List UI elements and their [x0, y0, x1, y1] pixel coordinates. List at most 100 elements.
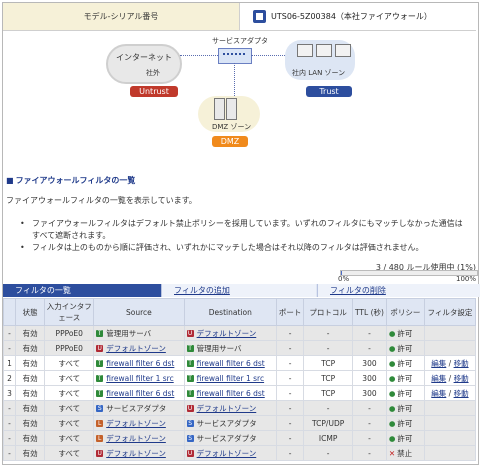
destination-name[interactable]: firewall filter 6 dst	[197, 389, 265, 398]
lan-label: 社内 LAN ゾーン	[292, 69, 346, 77]
row-status-text: 有効	[22, 418, 38, 428]
row-number-text: 2	[7, 373, 12, 383]
row-source: L デフォルトゾーン	[93, 415, 185, 431]
notes-list: ファイアウォールフィルタはデフォルト禁止ポリシーを採用しています。いずれのフィル…	[20, 218, 470, 254]
destination-name[interactable]: firewall filter 6 dst	[197, 359, 265, 368]
model-row: モデル-シリアル番号 UTS06-5Z00384（本社ファイアウォール）	[3, 3, 476, 31]
row-interface-text: すべて	[58, 403, 81, 413]
row-protocol-text: TCP	[321, 373, 336, 383]
move-link[interactable]: 移動	[454, 389, 469, 398]
edit-link[interactable]: 編集	[431, 359, 446, 368]
tab-filter-delete[interactable]: フィルタの削除	[317, 284, 480, 297]
row-number-text: 1	[7, 358, 12, 368]
allow-icon: ●	[388, 358, 396, 368]
tab-bar: フィルタの一覧 フィルタの追加 フィルタの削除	[3, 284, 480, 297]
row-ttl-text: 300	[362, 358, 377, 368]
policy-text: 許可	[397, 418, 413, 428]
dmz-label: DMZ ゾーン	[212, 123, 252, 131]
source-name[interactable]: デフォルトゾーン	[106, 434, 166, 443]
row-status: 有効	[14, 340, 46, 356]
row-ttl-text: 300	[362, 388, 377, 398]
row-interface: すべて	[44, 400, 95, 416]
row-ttl: 300	[352, 385, 387, 401]
note-item: ファイアウォールフィルタはデフォルト禁止ポリシーを採用しています。いずれのフィル…	[20, 218, 470, 242]
host-icon: T	[96, 375, 104, 382]
policy-text: 許可	[397, 373, 413, 383]
destination-name: 管理用サーバ	[196, 343, 242, 353]
table-row: - 有効 すべて U デフォルトゾーン U デフォルトゾーン - - - ✕ 禁止	[3, 445, 477, 461]
destination-name[interactable]: デフォルトゾーン	[197, 449, 257, 458]
row-destination: U デフォルトゾーン	[183, 445, 278, 461]
column-header: フィルタ設定	[423, 298, 477, 326]
source-name[interactable]: デフォルトゾーン	[106, 419, 166, 428]
row-actions-empty	[423, 430, 477, 446]
row-destination: U デフォルトゾーン	[183, 400, 278, 416]
row-destination: U デフォルトゾーン	[183, 325, 278, 341]
edit-link[interactable]: 編集	[431, 389, 446, 398]
row-protocol-text: -	[326, 403, 330, 413]
lan-zone-icon: L	[96, 435, 104, 442]
untrust-zone-icon: U	[186, 450, 194, 457]
policy-text: 許可	[397, 358, 413, 368]
row-source: Tfirewall filter 6 dst	[93, 385, 185, 401]
row-interface-text: すべて	[58, 358, 81, 368]
edit-link[interactable]: 編集	[431, 374, 446, 383]
row-policy: ● 許可	[385, 325, 425, 341]
note-item: フィルタは上のものから順に評価され、いずれかにマッチした場合はそれ以降のフィルタ…	[20, 242, 470, 254]
source-name[interactable]: firewall filter 6 dst	[106, 359, 174, 368]
link-line	[251, 55, 285, 56]
row-port-text: -	[288, 358, 292, 368]
row-interface-text: すべて	[58, 388, 81, 398]
service-adapter-icon: S	[186, 420, 194, 427]
outside-label: 社外	[146, 69, 160, 77]
source-name[interactable]: デフォルトゾーン	[106, 344, 166, 353]
link-line	[180, 55, 218, 56]
row-status: 有効	[14, 325, 46, 341]
destination-name: サービスアダプタ	[196, 418, 257, 428]
row-port: -	[276, 415, 305, 431]
source-name[interactable]: デフォルトゾーン	[106, 449, 166, 458]
destination-name[interactable]: firewall filter 1 src	[197, 374, 264, 383]
section-description: ファイアウォールフィルタの一覧を表示しています。	[6, 196, 197, 205]
row-status-text: 有効	[22, 388, 38, 398]
tab-filter-list[interactable]: フィルタの一覧	[3, 284, 165, 297]
destination-name[interactable]: デフォルトゾーン	[197, 329, 257, 338]
untrust-zone-icon: U	[96, 345, 104, 352]
source-name[interactable]: firewall filter 1 src	[106, 374, 173, 383]
table-header-row: 状態 入力インタフェース Source Destination ポート プロトコル TTL …	[3, 298, 477, 326]
row-port: -	[276, 340, 305, 356]
row-number: 1	[3, 355, 16, 371]
column-header: 入力インタフェース	[44, 298, 95, 326]
row-port-text: -	[288, 418, 292, 428]
policy-text: 許可	[397, 433, 413, 443]
source-name[interactable]: firewall filter 6 dst	[106, 389, 174, 398]
row-policy: ● 許可	[385, 385, 425, 401]
row-interface-text: すべて	[58, 433, 81, 443]
network-diagram: インターネット 社外 Untrust サービスアダプタ 社内 LAN ゾーン T…	[100, 34, 400, 152]
host-icon: T	[186, 390, 194, 397]
row-number: 2	[3, 370, 16, 386]
row-ttl: 300	[352, 370, 387, 386]
move-link[interactable]: 移動	[454, 359, 469, 368]
service-adapter-icon: S	[186, 435, 194, 442]
row-policy: ✕ 禁止	[385, 445, 425, 461]
internet-label: インターネット	[116, 53, 172, 62]
adapter-label: サービスアダプタ	[212, 37, 268, 45]
row-protocol-text: -	[326, 343, 330, 353]
row-actions-empty	[423, 400, 477, 416]
untrust-zone-icon: U	[186, 405, 194, 412]
row-actions-empty	[423, 415, 477, 431]
column-header: 状態	[14, 298, 46, 326]
row-number-text: -	[8, 418, 11, 428]
row-protocol-text: -	[326, 448, 330, 458]
row-actions-empty	[423, 325, 477, 341]
move-link[interactable]: 移動	[454, 374, 469, 383]
firewall-icon	[253, 10, 266, 23]
row-number: -	[3, 340, 16, 356]
destination-name[interactable]: デフォルトゾーン	[197, 404, 257, 413]
row-number: -	[3, 325, 16, 341]
row-actions-empty	[423, 340, 477, 356]
row-interface-text: すべて	[58, 373, 81, 383]
tab-filter-add[interactable]: フィルタの追加	[161, 284, 316, 297]
row-status-text: 有効	[22, 343, 38, 353]
